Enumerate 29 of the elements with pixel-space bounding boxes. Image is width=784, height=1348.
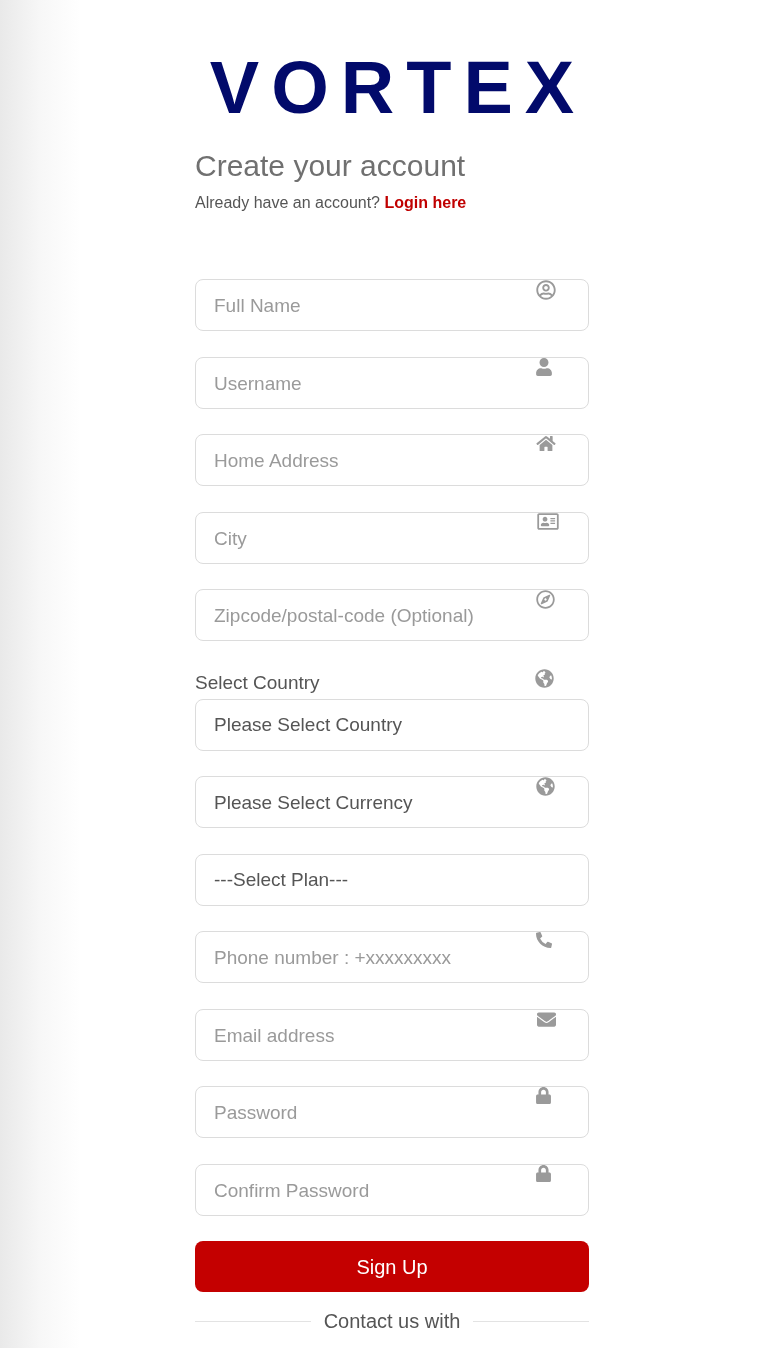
contact-divider-text: Contact us with <box>323 1309 461 1334</box>
input-field[interactable]: City <box>195 511 589 564</box>
input-field[interactable]: Email address <box>195 1008 589 1061</box>
globe-icon <box>535 668 554 688</box>
input-field[interactable]: Home Address <box>195 434 589 486</box>
dropdown-field[interactable]: ---Select Plan--- <box>195 853 589 906</box>
id-card-icon <box>536 511 560 531</box>
page-heading: Create your account <box>195 148 466 184</box>
user-icon <box>536 357 552 376</box>
input-field[interactable]: Username <box>195 356 589 409</box>
compass-icon <box>536 590 555 609</box>
dropdown-field[interactable]: Please Select Currency <box>195 776 589 828</box>
input-field[interactable]: Confirm Password <box>195 1163 589 1216</box>
field-label: Select Country <box>195 670 320 695</box>
dropdown-field[interactable]: Please Select Country <box>195 698 589 751</box>
lock-icon <box>536 1164 551 1182</box>
input-field[interactable]: Password <box>195 1086 589 1138</box>
phone-icon <box>536 932 552 948</box>
login-prompt: Already have an account? Login here <box>195 193 467 213</box>
brand-logo: VORTEX <box>209 51 587 125</box>
globe-icon <box>536 777 555 796</box>
input-field[interactable]: Phone number : +xxxxxxxxx <box>195 931 589 983</box>
input-field[interactable]: Zipcode/postal-code (Optional) <box>195 589 589 641</box>
house-icon <box>536 435 556 452</box>
login-link[interactable]: Login here <box>384 194 467 211</box>
lock-icon <box>536 1087 551 1104</box>
mail-icon <box>536 1009 557 1029</box>
sign-up-button[interactable]: Sign Up <box>195 1241 589 1292</box>
input-field[interactable]: Full Name <box>195 279 589 331</box>
